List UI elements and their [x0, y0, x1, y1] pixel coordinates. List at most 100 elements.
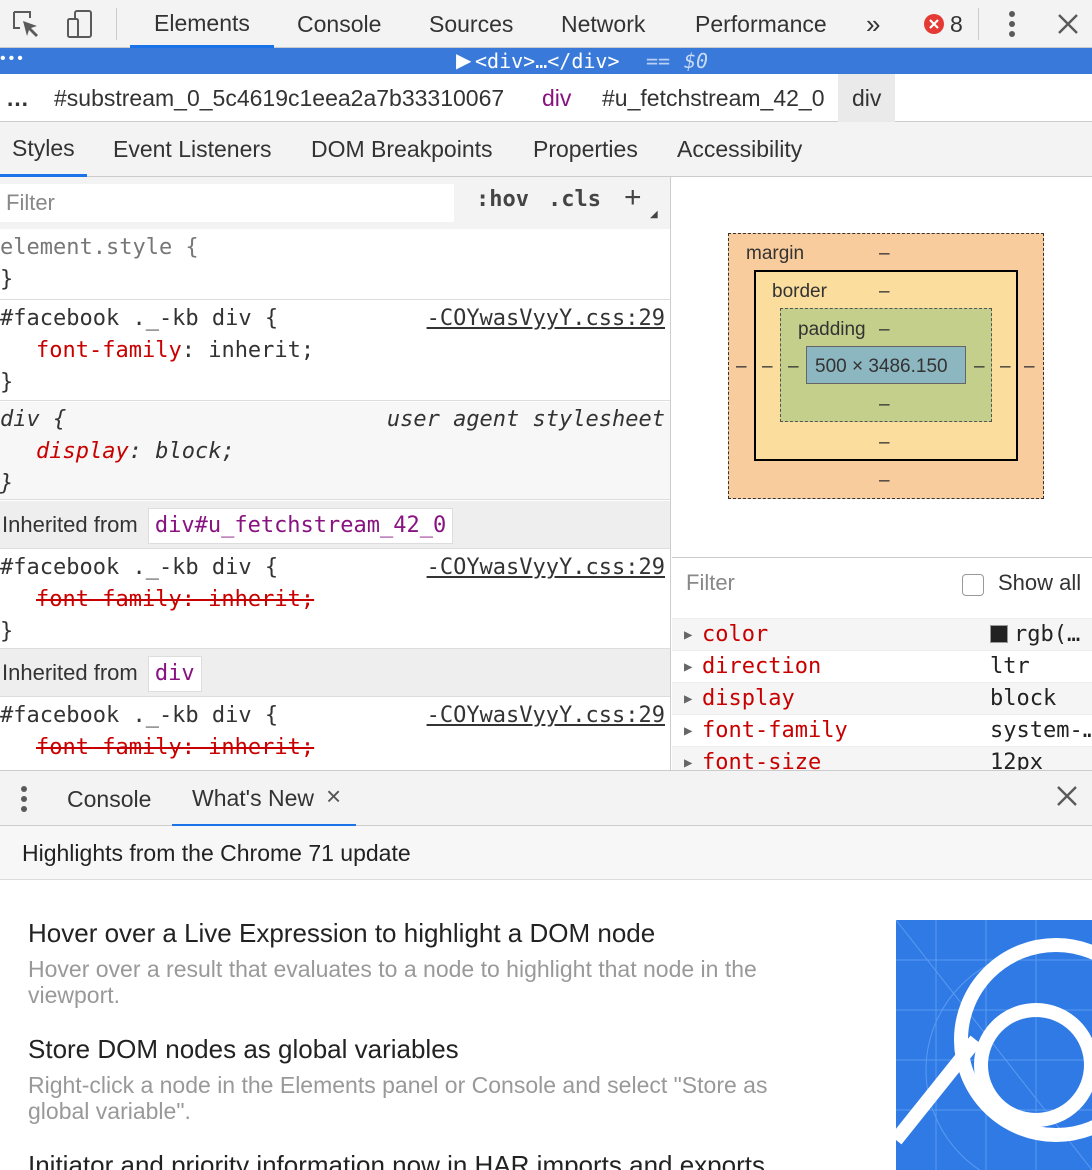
expand-triangle-icon[interactable]: ▶	[684, 619, 692, 651]
computed-property-value: system-…	[990, 718, 1092, 743]
computed-property-row[interactable]: ▶ color rgb(…	[672, 618, 1092, 650]
rule-source-link[interactable]: -COYwasVyyY.css:29	[427, 303, 665, 335]
show-all-label[interactable]: Show all	[998, 570, 1081, 596]
computed-property-name: color	[702, 622, 769, 647]
css-rule[interactable]: #facebook ._-kb div { -COYwasVyyY.css:29…	[0, 301, 670, 401]
padding-left-value[interactable]: –	[788, 356, 799, 378]
expand-triangle-icon[interactable]: ▶	[684, 715, 692, 747]
computed-property-row[interactable]: ▶ font-size 12px	[672, 746, 1092, 770]
breadcrumb: … #substream_0_5c4619c1eea2a7b33310067 d…	[0, 74, 1092, 122]
computed-property-row[interactable]: ▶ direction ltr	[672, 650, 1092, 682]
border-bottom-value[interactable]: –	[879, 432, 890, 454]
class-toggle-button[interactable]: .cls	[548, 187, 601, 212]
rule-source-link[interactable]: -COYwasVyyY.css:29	[427, 552, 665, 584]
console-eq: ==	[646, 49, 671, 73]
inherited-section-header: Inherited from div#u_fetchstream_42_0	[0, 501, 670, 549]
inherited-node-link[interactable]: div#u_fetchstream_42_0	[147, 508, 454, 545]
rule-source-link[interactable]: -COYwasVyyY.css:29	[427, 700, 665, 732]
error-icon[interactable]	[922, 0, 946, 48]
expand-triangle-icon[interactable]: ▶	[684, 683, 692, 715]
padding-top-value[interactable]: –	[879, 319, 890, 341]
drawer-tab-whats-new[interactable]: What's New ×	[172, 771, 356, 827]
tab-performance[interactable]: Performance	[695, 0, 827, 48]
computed-styles-pane: Filter Show all ▶ color rgb(… ▶ directio…	[672, 557, 1092, 770]
breadcrumb-ellipsis[interactable]: …	[6, 74, 29, 122]
hover-state-button[interactable]: :hov	[476, 187, 529, 212]
breadcrumb-item[interactable]: #substream_0_5c4619c1eea2a7b33310067	[54, 74, 504, 122]
close-tab-icon[interactable]: ×	[326, 769, 341, 823]
tab-network[interactable]: Network	[561, 0, 645, 48]
css-rule[interactable]: #facebook ._-kb div { -COYwasVyyY.css:29…	[0, 550, 670, 649]
selected-node-row[interactable]: ••• ▶ <div>…</div> == $0	[0, 48, 1092, 74]
feature-title[interactable]: Store DOM nodes as global variables	[28, 1034, 459, 1065]
device-toolbar-icon[interactable]	[62, 0, 98, 48]
inherited-node-link[interactable]: div	[147, 656, 202, 693]
close-devtools-icon[interactable]	[1054, 0, 1082, 48]
rule-selector: #facebook ._-kb div {	[0, 703, 279, 728]
border-right-value[interactable]: –	[1000, 356, 1011, 378]
computed-filter-input[interactable]: Filter	[686, 570, 735, 596]
whats-new-content: Hover over a Live Expression to highligh…	[0, 880, 1092, 1170]
tab-properties[interactable]: Properties	[533, 122, 638, 177]
new-rule-button[interactable]: +	[624, 181, 642, 215]
sidebar-tabs: Styles Event Listeners DOM Breakpoints P…	[0, 122, 1092, 177]
feature-title[interactable]: Initiator and priority information now i…	[28, 1150, 765, 1170]
rule-close-brace: }	[0, 619, 14, 644]
more-options-icon[interactable]	[1000, 0, 1024, 48]
computed-property-name: font-size	[702, 750, 822, 770]
breadcrumb-item[interactable]: #u_fetchstream_42_0	[602, 74, 825, 122]
overridden-property[interactable]: font-family: inherit;	[36, 587, 314, 612]
padding-right-value[interactable]: –	[974, 356, 985, 378]
property-value: block;	[141, 439, 235, 464]
tab-event-listeners[interactable]: Event Listeners	[113, 122, 272, 177]
tab-console[interactable]: Console	[297, 0, 381, 48]
tab-elements[interactable]: Elements	[130, 0, 274, 48]
tab-styles[interactable]: Styles	[0, 122, 87, 177]
breadcrumb-item-selected[interactable]: div	[838, 74, 896, 122]
styles-filter-input[interactable]	[0, 184, 454, 222]
element-style-rule[interactable]: element.style { }	[0, 230, 670, 300]
tab-sources[interactable]: Sources	[429, 0, 513, 48]
content-size[interactable]: 500 × 3486.150	[815, 356, 948, 378]
margin-left-value[interactable]: –	[736, 356, 747, 378]
property-value[interactable]: inherit;	[195, 338, 314, 363]
rule-close-brace: }	[0, 370, 14, 395]
feature-title[interactable]: Hover over a Live Expression to highligh…	[28, 918, 655, 949]
computed-property-value: block	[990, 686, 1057, 711]
inherited-label: Inherited from	[2, 512, 138, 537]
drawer-tab-label: What's New	[192, 785, 314, 811]
inspect-element-icon[interactable]	[8, 0, 44, 48]
computed-property-row[interactable]: ▶ font-family system-…	[672, 714, 1092, 746]
rule-close-brace: }	[0, 267, 14, 292]
breadcrumb-item[interactable]: div	[542, 74, 571, 122]
border-left-value[interactable]: –	[762, 356, 773, 378]
expand-triangle-icon[interactable]: ▶	[684, 651, 692, 683]
close-drawer-icon[interactable]	[1056, 785, 1078, 812]
rule-selector: div {	[0, 407, 67, 432]
overridden-property[interactable]: font-family: inherit;	[36, 735, 314, 760]
margin-bottom-value[interactable]: –	[879, 470, 890, 492]
border-top-value[interactable]: –	[879, 281, 890, 303]
expand-triangle-icon[interactable]: ▶	[456, 48, 471, 74]
show-all-checkbox[interactable]	[962, 574, 984, 596]
feature-description: Right-click a node in the Elements panel…	[28, 1072, 768, 1124]
tab-accessibility[interactable]: Accessibility	[677, 122, 802, 177]
more-tabs-button[interactable]: »	[866, 0, 880, 48]
drawer-menu-icon[interactable]	[20, 785, 28, 818]
computed-property-name: font-family	[702, 718, 848, 743]
error-count[interactable]: 8	[950, 0, 963, 48]
padding-bottom-value[interactable]: –	[879, 394, 890, 416]
computed-property-row[interactable]: ▶ display block	[672, 682, 1092, 714]
new-rule-menu-icon[interactable]: ◢	[650, 209, 658, 220]
user-agent-rule[interactable]: div { user agent stylesheet display: blo…	[0, 402, 670, 500]
margin-right-value[interactable]: –	[1024, 356, 1035, 378]
color-swatch[interactable]	[990, 625, 1008, 643]
tab-dom-breakpoints[interactable]: DOM Breakpoints	[311, 122, 493, 177]
drawer-tab-console[interactable]: Console	[67, 771, 151, 827]
toolbar-separator	[978, 8, 979, 40]
selected-node-tag: <div>…</div>	[475, 49, 620, 73]
expand-triangle-icon[interactable]: ▶	[684, 747, 692, 770]
property-name[interactable]: font-family	[36, 338, 182, 363]
css-rule[interactable]: #facebook ._-kb div { -COYwasVyyY.css:29…	[0, 698, 670, 770]
margin-top-value[interactable]: –	[879, 243, 890, 265]
